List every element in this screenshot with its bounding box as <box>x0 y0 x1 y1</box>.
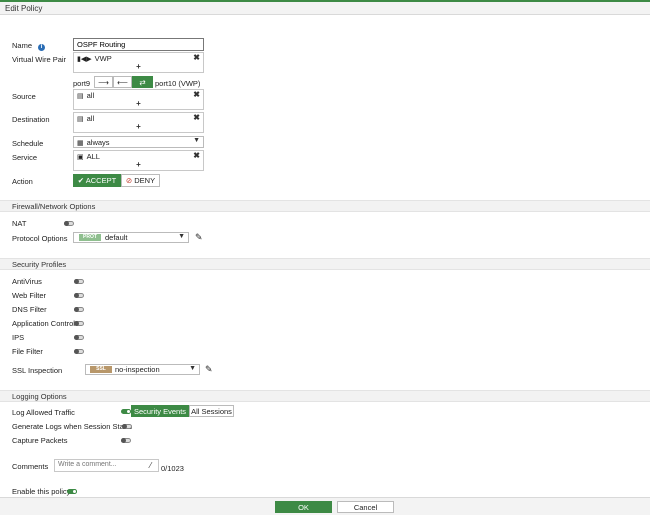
vwp-field[interactable]: ▮◀▶ VWP ✖ + <box>73 52 204 73</box>
dialog-titlebar: Edit Policy <box>0 0 650 15</box>
destination-label: Destination <box>12 115 50 124</box>
source-label: Source <box>12 92 36 101</box>
remove-vwp-icon[interactable]: ✖ <box>193 53 200 62</box>
service-field[interactable]: ▣ ALL ✖ + <box>73 150 204 171</box>
capture-packets-label: Capture Packets <box>12 436 68 445</box>
file-filter-toggle[interactable] <box>74 349 84 354</box>
web-filter-label: Web Filter <box>12 291 47 300</box>
deny-icon: ⊘ <box>125 176 133 185</box>
protocol-options-label: Protocol Options <box>12 234 68 243</box>
chevron-down-icon: ▼ <box>193 137 200 144</box>
web-filter-toggle[interactable] <box>74 293 84 298</box>
dns-filter-toggle[interactable] <box>74 307 84 312</box>
action-label: Action <box>12 177 33 186</box>
protocol-value: default <box>105 233 128 242</box>
edit-ssl-icon[interactable]: ✎ <box>205 364 213 375</box>
service-label: Service <box>12 153 38 162</box>
schedule-entry: ▦ always <box>77 138 110 147</box>
protocol-badge: PROT <box>79 234 101 241</box>
edit-protocol-icon[interactable]: ✎ <box>195 232 203 243</box>
cancel-button[interactable]: Cancel <box>337 501 394 513</box>
arrow-right-icon: ⟶ <box>98 78 109 87</box>
info-icon[interactable]: i <box>38 44 46 51</box>
schedule-select[interactable]: ▦ always ▼ <box>73 136 204 148</box>
protocol-options-select[interactable]: PROT default ▼ <box>73 232 189 243</box>
comments-label: Comments <box>12 462 49 471</box>
resize-handle-icon[interactable]: ⁄ <box>150 461 151 470</box>
direction-left-button[interactable]: ⟵ <box>113 76 132 88</box>
comments-input[interactable] <box>54 459 159 472</box>
antivirus-label: AntiVirus <box>12 277 42 286</box>
session-start-toggle[interactable] <box>122 424 132 429</box>
app-control-label: Application Control <box>12 319 75 328</box>
ssl-badge: SSL <box>90 366 112 373</box>
ips-label: IPS <box>12 333 25 342</box>
security-events-button[interactable]: Security Events <box>131 405 189 417</box>
ok-button[interactable]: OK <box>275 501 332 513</box>
log-allowed-label: Log Allowed Traffic <box>12 408 75 417</box>
direction-right-button[interactable]: ⟶ <box>94 76 113 88</box>
nat-toggle[interactable] <box>64 221 74 226</box>
remove-source-icon[interactable]: ✖ <box>193 90 200 99</box>
add-service-icon[interactable]: + <box>74 160 203 169</box>
nat-label: NAT <box>12 219 27 228</box>
security-section-header: Security Profiles <box>0 258 650 270</box>
chevron-down-icon: ▼ <box>189 365 196 372</box>
ssl-value: no-inspection <box>115 365 160 374</box>
enable-policy-label: Enable this policy <box>12 487 71 496</box>
direction-both-button[interactable]: ⇄ <box>132 76 153 88</box>
firewall-section-header: Firewall/Network Options <box>0 200 650 212</box>
destination-field[interactable]: ▤ all ✖ + <box>73 112 204 133</box>
vwp-label: Virtual Wire Pair <box>12 55 67 64</box>
accept-button[interactable]: ✔ ACCEPT <box>73 174 121 187</box>
port-left-label: port9 <box>73 79 91 88</box>
arrows-both-icon: ⇄ <box>139 78 146 87</box>
session-start-label: Generate Logs when Session Starts <box>12 422 133 431</box>
dialog-title: Edit Policy <box>5 4 43 13</box>
chevron-down-icon: ▼ <box>178 233 185 240</box>
enable-policy-toggle[interactable] <box>67 489 77 494</box>
arrow-left-icon: ⟵ <box>117 78 128 87</box>
ssl-inspection-label: SSL Inspection <box>12 366 63 375</box>
calendar-icon: ▦ <box>77 140 84 147</box>
capture-packets-toggle[interactable] <box>121 438 131 443</box>
app-control-toggle[interactable] <box>74 321 84 326</box>
name-label: Name i <box>12 41 46 51</box>
log-allowed-toggle[interactable] <box>121 409 131 414</box>
remove-destination-icon[interactable]: ✖ <box>193 113 200 122</box>
all-sessions-button[interactable]: All Sessions <box>189 405 234 417</box>
deny-button[interactable]: ⊘ DENY <box>121 174 160 187</box>
name-input[interactable] <box>73 38 204 51</box>
add-source-icon[interactable]: + <box>74 99 203 108</box>
remove-service-icon[interactable]: ✖ <box>193 151 200 160</box>
logging-section-header: Logging Options <box>0 390 650 402</box>
dns-filter-label: DNS Filter <box>12 305 47 314</box>
ssl-inspection-select[interactable]: SSL no-inspection ▼ <box>85 364 200 375</box>
add-destination-icon[interactable]: + <box>74 122 203 131</box>
check-icon: ✔ <box>77 176 85 185</box>
port-right-label: port10 (VWP) <box>155 79 201 88</box>
ips-toggle[interactable] <box>74 335 84 340</box>
schedule-label: Schedule <box>12 139 44 148</box>
antivirus-toggle[interactable] <box>74 279 84 284</box>
file-filter-label: File Filter <box>12 347 43 356</box>
add-vwp-icon[interactable]: + <box>74 62 203 71</box>
source-field[interactable]: ▤ all ✖ + <box>73 89 204 110</box>
comment-counter: 0/1023 <box>161 464 184 473</box>
